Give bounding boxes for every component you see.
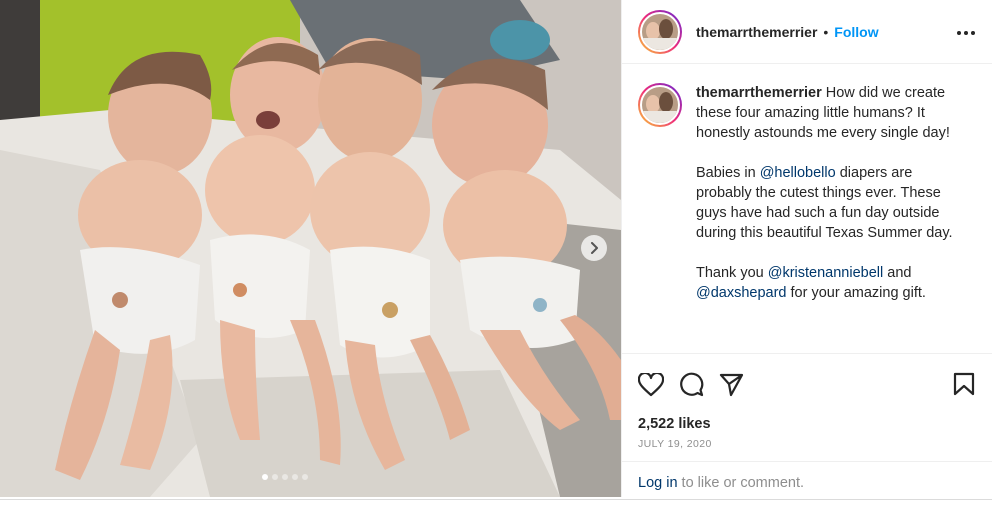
comment-button[interactable] — [679, 372, 704, 397]
action-icons — [638, 372, 744, 397]
login-link[interactable]: Log in — [638, 475, 678, 491]
mention-link[interactable]: @kristenanniebell — [768, 265, 883, 281]
babies-photo-illustration — [0, 0, 621, 497]
post-date: JULY 19, 2020 — [638, 438, 712, 450]
post-side-panel: themarrthemerrier • Follow themarrthemer… — [621, 0, 992, 497]
instagram-post: themarrthemerrier • Follow themarrthemer… — [0, 0, 992, 500]
caption-paragraph: themarrthemerrier How did we create thes… — [696, 83, 966, 143]
share-button[interactable] — [719, 373, 744, 397]
carousel-dot — [302, 474, 308, 480]
login-prompt: Log in to like or comment. — [622, 461, 992, 498]
avatar-figure — [659, 92, 673, 112]
caption-body: Thank you — [696, 265, 768, 281]
mention-link[interactable]: @hellobello — [760, 165, 836, 181]
chevron-right-icon — [591, 242, 598, 254]
post-header: themarrthemerrier • Follow — [622, 0, 992, 64]
caption: themarrthemerrier How did we create thes… — [638, 83, 977, 323]
caption-paragraph: Thank you @kristenanniebell and @daxshep… — [696, 263, 966, 303]
caption-body: and — [883, 265, 912, 281]
carousel-dot — [272, 474, 278, 480]
carousel-dot — [282, 474, 288, 480]
avatar-figure — [642, 111, 678, 123]
follow-button[interactable]: Follow — [834, 24, 878, 40]
carousel-indicator — [262, 474, 308, 480]
caption-body: Babies in — [696, 165, 760, 181]
caption-text: themarrthemerrier How did we create thes… — [696, 83, 966, 323]
more-horizontal-icon — [957, 31, 975, 35]
like-button[interactable] — [638, 372, 664, 397]
carousel-dot — [262, 474, 268, 480]
more-options-button[interactable] — [957, 22, 975, 40]
post-actions: 2,522 likes JULY 19, 2020 Log in to like… — [622, 353, 992, 497]
caption-fade — [622, 337, 992, 353]
carousel-dot — [292, 474, 298, 480]
caption-area[interactable]: themarrthemerrier How did we create thes… — [622, 65, 992, 353]
send-icon — [719, 373, 744, 396]
mention-link[interactable]: @daxshepard — [696, 285, 787, 301]
like-count[interactable]: 2,522 likes — [638, 416, 711, 432]
avatar-image — [640, 11, 680, 52]
save-button[interactable] — [953, 372, 975, 396]
caption-body: for your amazing gift. — [786, 285, 926, 301]
avatar[interactable] — [638, 9, 682, 54]
next-photo-button[interactable] — [581, 235, 607, 261]
header-separator: • — [823, 23, 829, 40]
avatar-image — [640, 85, 680, 125]
post-photo[interactable] — [0, 0, 621, 497]
author-username[interactable]: themarrthemerrier — [696, 24, 817, 40]
heart-icon — [638, 372, 664, 396]
caption-avatar[interactable] — [638, 83, 682, 127]
login-prompt-text: to like or comment. — [677, 475, 805, 491]
bookmark-icon — [953, 372, 975, 396]
caption-username[interactable]: themarrthemerrier — [696, 85, 822, 101]
comment-icon — [680, 372, 704, 397]
avatar-figure — [659, 18, 673, 39]
avatar-figure — [642, 37, 678, 50]
caption-paragraph: Babies in @hellobello diapers are probab… — [696, 163, 966, 243]
